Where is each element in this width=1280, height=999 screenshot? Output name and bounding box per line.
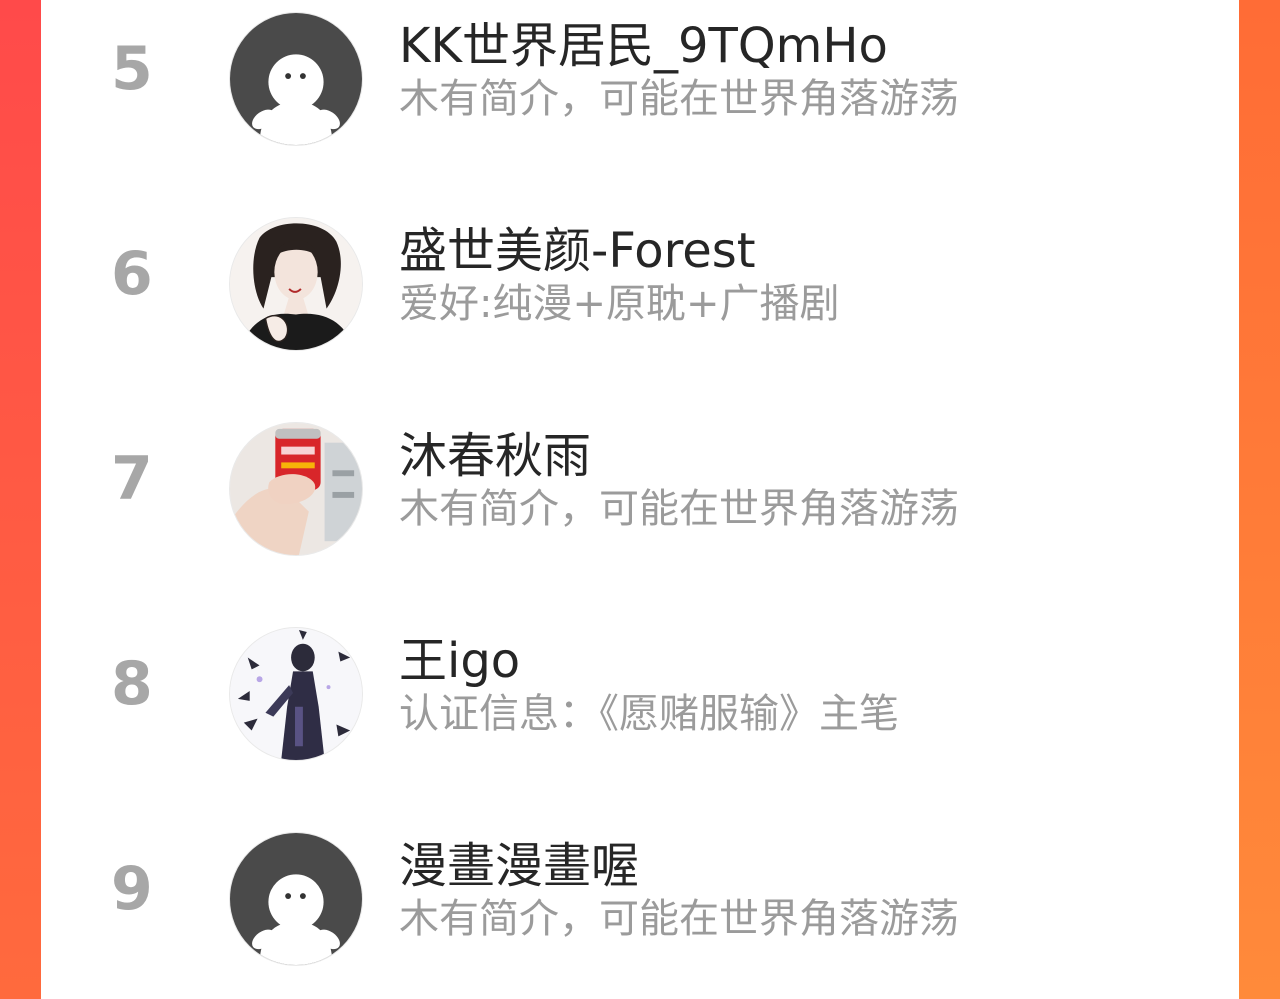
ranking-row[interactable]: 8 王igo 认证信息：《愿赌服输》主笔 <box>41 615 1239 765</box>
default-avatar-icon[interactable] <box>229 12 363 146</box>
rank-number: 7 <box>111 444 153 514</box>
user-name[interactable]: 沐春秋雨 <box>399 428 591 484</box>
illustrated-silhouette-avatar-icon[interactable] <box>229 627 363 761</box>
user-description: 爱好:纯漫+原耽+广播剧 <box>399 281 840 327</box>
user-description: 木有简介，可能在世界角落游荡 <box>399 896 959 942</box>
ranking-row[interactable]: 7 沐春秋雨 木有简介，可能在世界角落游荡 <box>41 410 1239 560</box>
ranking-row[interactable]: 6 盛世美颜-Forest 爱好:纯漫+原耽+广播剧 <box>41 205 1239 355</box>
default-avatar-icon[interactable] <box>229 832 363 966</box>
user-name[interactable]: 漫畫漫畫喔 <box>399 838 639 894</box>
user-name[interactable]: KK世界居民_9TQmHo <box>399 18 888 74</box>
rank-number: 6 <box>111 239 153 309</box>
ranking-row[interactable]: 9 漫畫漫畫喔 木有简介，可能在世界角落游荡 <box>41 820 1239 970</box>
rank-number: 5 <box>111 34 153 104</box>
page: 5 KK世界居民_9TQmHo 木有简介，可能在世界角落游荡 6 盛世美颜-Fo… <box>0 0 1280 999</box>
user-name[interactable]: 盛世美颜-Forest <box>399 223 756 279</box>
rank-number: 9 <box>111 854 153 924</box>
user-name[interactable]: 王igo <box>399 633 520 689</box>
ranking-panel: 5 KK世界居民_9TQmHo 木有简介，可能在世界角落游荡 6 盛世美颜-Fo… <box>41 0 1239 999</box>
ranking-row[interactable]: 5 KK世界居民_9TQmHo 木有简介，可能在世界角落游荡 <box>41 0 1239 150</box>
user-description: 木有简介，可能在世界角落游荡 <box>399 486 959 532</box>
photo-avatar-icon[interactable] <box>229 422 363 556</box>
user-description: 木有简介，可能在世界角落游荡 <box>399 76 959 122</box>
user-description: 认证信息：《愿赌服输》主笔 <box>399 691 899 737</box>
right-edge-background <box>1238 0 1280 999</box>
illustrated-portrait-avatar-icon[interactable] <box>229 217 363 351</box>
rank-number: 8 <box>111 649 153 719</box>
